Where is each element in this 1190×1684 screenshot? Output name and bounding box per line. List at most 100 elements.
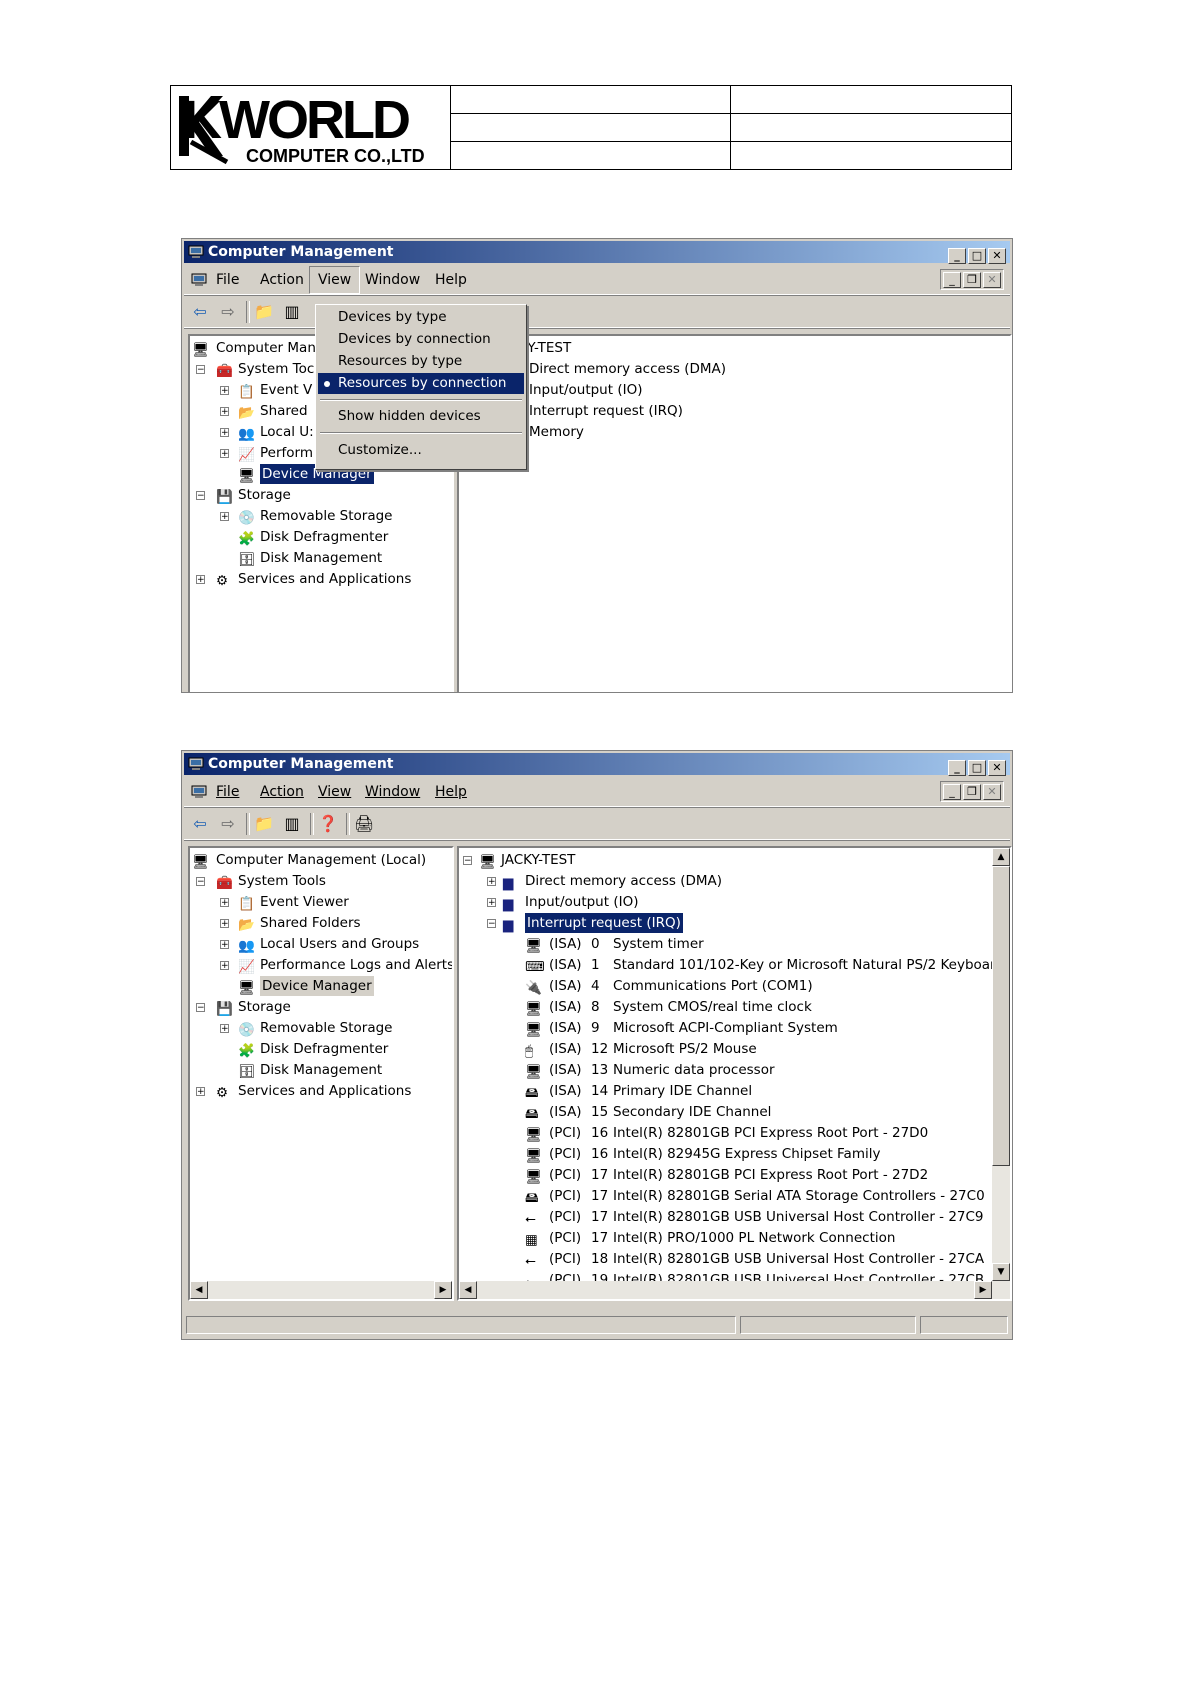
menu-item-resources-by-connection[interactable]: Resources by connection	[318, 373, 524, 394]
vertical-scrollbar[interactable]: ▲ ▼	[992, 848, 1010, 1299]
show-hide-tree-icon[interactable]: ▥	[282, 303, 302, 321]
irq-number: 18	[591, 1251, 609, 1267]
scroll-left-icon[interactable]: ◀	[459, 1281, 477, 1299]
document-header-table: KWORLD COMPUTER CO.,LTD	[170, 85, 1012, 170]
menu-action[interactable]: Action	[260, 784, 304, 800]
child-close-button[interactable]: ✕	[983, 784, 1001, 800]
irq-number: 17	[591, 1230, 609, 1246]
expand-icon[interactable]: +	[220, 898, 229, 908]
menu-item-show-hidden-devices[interactable]: Show hidden devices	[318, 406, 524, 427]
irq-number: 16	[591, 1146, 609, 1162]
back-arrow-icon[interactable]: ⇦	[190, 815, 210, 833]
expand-icon[interactable]: +	[220, 940, 229, 950]
minimize-button[interactable]: _	[948, 248, 966, 264]
scroll-up-icon[interactable]: ▲	[992, 848, 1010, 866]
irq-device-name: System timer	[613, 936, 704, 952]
child-restore-button[interactable]: ❐	[963, 784, 981, 800]
toolbar-separator	[246, 813, 250, 835]
collapse-icon[interactable]: −	[196, 491, 205, 501]
menu-action[interactable]: Action	[260, 272, 304, 288]
menu-file[interactable]: File	[216, 272, 239, 288]
help-icon[interactable]: ❓	[318, 815, 338, 833]
menu-item-devices-by-connection[interactable]: Devices by connection	[318, 329, 524, 350]
up-folder-icon[interactable]: 📁	[254, 303, 274, 321]
irq-bus: (PCI)	[549, 1251, 582, 1267]
device-manager-icon: 🖥	[238, 980, 256, 996]
menu-view-open[interactable]: View	[309, 266, 361, 294]
expand-icon[interactable]: +	[220, 1024, 229, 1034]
mmc-icon	[191, 785, 207, 798]
irq-number: 4	[591, 978, 600, 994]
maximize-button[interactable]: □	[968, 248, 986, 264]
child-restore-button[interactable]: ❐	[963, 272, 981, 288]
irq-bus: (ISA)	[549, 1020, 582, 1036]
header-cell	[731, 86, 1011, 114]
forward-arrow-icon[interactable]: ⇨	[218, 815, 238, 833]
toolbar-separator	[346, 813, 350, 835]
scroll-left-icon[interactable]: ◀	[190, 1281, 208, 1299]
irq-number: 0	[591, 936, 600, 952]
header-cell	[451, 86, 731, 114]
title-bar[interactable]: Computer Management _ □ ✕	[184, 241, 1010, 264]
show-hide-tree-icon[interactable]: ▥	[282, 815, 302, 833]
header-cell	[451, 114, 731, 142]
expand-icon[interactable]: +	[220, 428, 229, 438]
collapse-icon[interactable]: −	[487, 919, 496, 929]
scroll-thumb[interactable]	[992, 866, 1010, 1166]
irq-device-name: Standard 101/102-Key or Microsoft Natura…	[613, 957, 1004, 973]
menu-item-customize[interactable]: Customize...	[318, 440, 524, 461]
toolbar-separator	[310, 813, 314, 835]
collapse-icon[interactable]: −	[196, 1003, 205, 1013]
system-icon: 🖥	[525, 1001, 543, 1017]
window-title: Computer Management	[208, 244, 394, 260]
irq-device-name: Primary IDE Channel	[613, 1083, 753, 1099]
child-close-button[interactable]: ✕	[983, 272, 1001, 288]
maximize-button[interactable]: □	[968, 760, 986, 776]
irq-bus: (ISA)	[549, 936, 582, 952]
horizontal-scrollbar[interactable]: ◀ ▶	[459, 1281, 992, 1299]
back-arrow-icon[interactable]: ⇦	[190, 303, 210, 321]
expand-icon[interactable]: +	[220, 512, 229, 522]
expand-icon[interactable]: +	[220, 449, 229, 459]
scroll-down-icon[interactable]: ▼	[992, 1263, 1010, 1281]
expand-icon[interactable]: +	[487, 898, 496, 908]
chip-icon: ▆	[503, 896, 514, 912]
forward-arrow-icon[interactable]: ⇨	[218, 303, 238, 321]
close-button[interactable]: ✕	[988, 760, 1006, 776]
irq-number: 12	[591, 1041, 609, 1057]
collapse-icon[interactable]: −	[196, 365, 205, 375]
menu-window[interactable]: Window	[365, 272, 420, 288]
irq-device-name: Intel(R) 82945G Express Chipset Family	[613, 1146, 881, 1162]
minimize-button[interactable]: _	[948, 760, 966, 776]
child-minimize-button[interactable]: _	[943, 272, 961, 288]
menu-help[interactable]: Help	[435, 272, 467, 288]
users-icon: 👥	[238, 938, 255, 954]
expand-icon[interactable]: +	[220, 386, 229, 396]
scroll-right-icon[interactable]: ▶	[974, 1281, 992, 1299]
menu-help[interactable]: Help	[435, 784, 467, 800]
menu-view[interactable]: View	[318, 784, 351, 800]
collapse-icon[interactable]: −	[196, 877, 205, 887]
child-caption-buttons: _ ❐ ✕	[940, 269, 1004, 290]
child-minimize-button[interactable]: _	[943, 784, 961, 800]
menu-item-devices-by-type[interactable]: Devices by type	[318, 307, 524, 328]
kworld-logo: KWORLD COMPUTER CO.,LTD	[171, 86, 451, 169]
scroll-right-icon[interactable]: ▶	[434, 1281, 452, 1299]
expand-icon[interactable]: +	[220, 407, 229, 417]
irq-bus: (PCI)	[549, 1209, 582, 1225]
close-button[interactable]: ✕	[988, 248, 1006, 264]
expand-icon[interactable]: +	[196, 575, 205, 585]
expand-icon[interactable]: +	[487, 877, 496, 887]
scan-hardware-icon[interactable]: 🖨	[354, 815, 374, 833]
title-bar[interactable]: Computer Management _ □ ✕	[184, 753, 1010, 776]
horizontal-scrollbar[interactable]: ◀ ▶	[190, 1281, 452, 1299]
expand-icon[interactable]: +	[220, 919, 229, 929]
menu-window[interactable]: Window	[365, 784, 420, 800]
menu-item-resources-by-type[interactable]: Resources by type	[318, 351, 524, 372]
irq-device-name: System CMOS/real time clock	[613, 999, 812, 1015]
expand-icon[interactable]: +	[196, 1087, 205, 1097]
collapse-icon[interactable]: −	[463, 856, 472, 866]
expand-icon[interactable]: +	[220, 961, 229, 971]
up-folder-icon[interactable]: 📁	[254, 815, 274, 833]
menu-file[interactable]: File	[216, 784, 239, 800]
